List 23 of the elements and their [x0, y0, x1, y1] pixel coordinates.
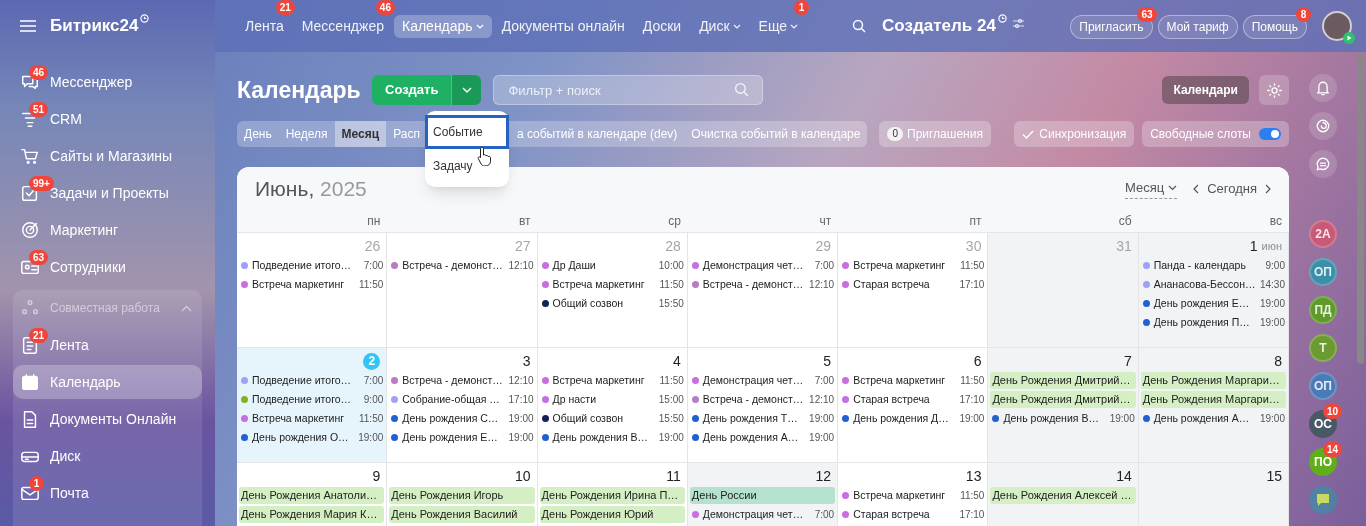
count-badge: 1 — [29, 476, 44, 491]
count-badge: 46 — [29, 65, 49, 80]
count-badge: 63 — [29, 250, 49, 265]
weekday-label: чт — [819, 213, 832, 230]
count-badge: 14 — [1322, 442, 1342, 457]
weekday-label: вт — [518, 213, 531, 230]
count-badge: 10 — [1322, 404, 1342, 419]
weekday-label: пт — [969, 213, 982, 230]
count-badge: 51 — [29, 102, 49, 117]
count-badge: 21 — [275, 0, 295, 15]
count-badge: 21 — [29, 328, 49, 343]
page-title: Календарь — [237, 75, 362, 105]
weekday-label: вс — [1269, 213, 1282, 230]
month-label: июн — [1261, 238, 1282, 254]
count-badge: 1 — [794, 0, 810, 15]
weekday-label: пн — [367, 213, 381, 230]
weekday-label: сб — [1118, 213, 1132, 230]
count-badge: 63 — [1137, 6, 1157, 22]
count-badge: 46 — [375, 0, 395, 15]
weekday-label: ср — [668, 213, 681, 230]
count-badge: 0 — [887, 127, 903, 141]
month-title: Июнь, 2025 — [255, 175, 367, 202]
count-badge: 8 — [1296, 6, 1311, 22]
